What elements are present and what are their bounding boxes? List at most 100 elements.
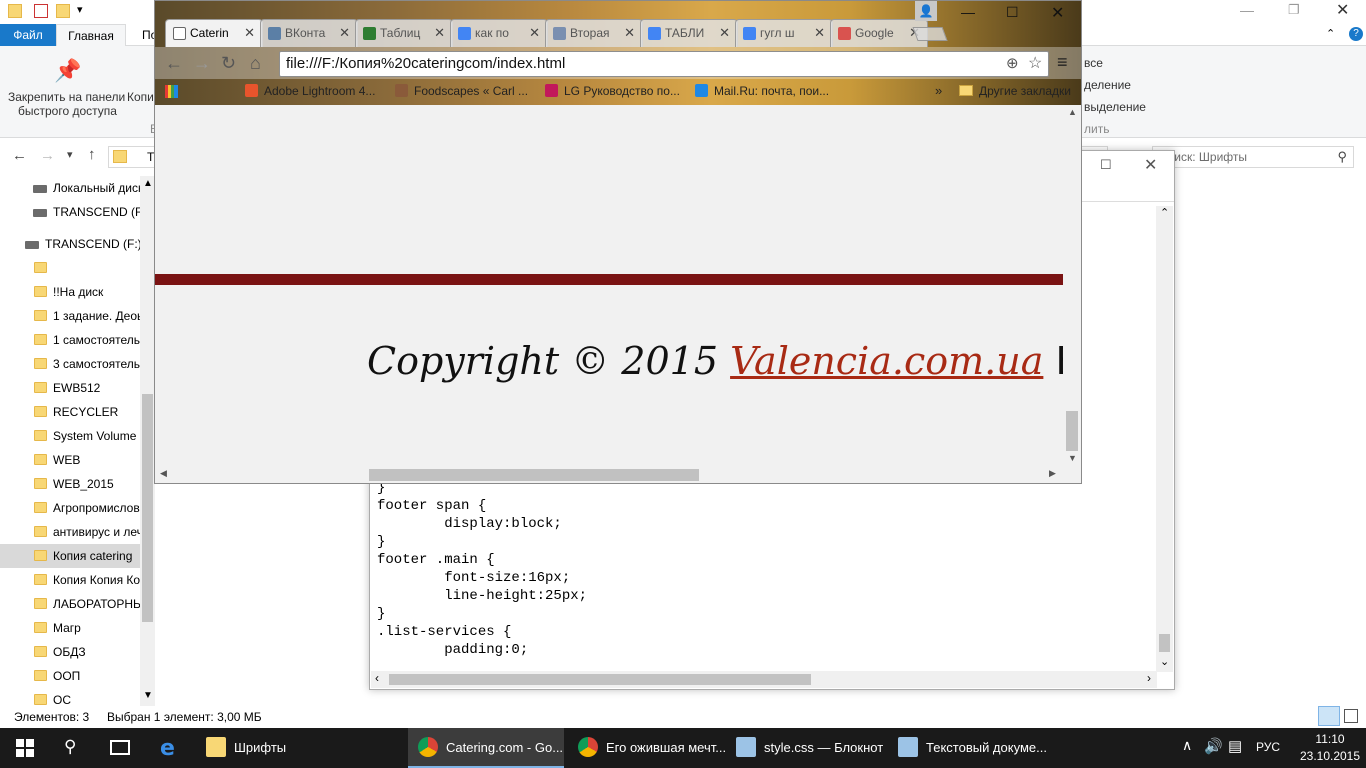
windows-start-icon[interactable] xyxy=(16,739,34,757)
nav-item[interactable]: WEB_2015 xyxy=(0,472,140,496)
search-input[interactable]: Поиск: Шрифты ⚲ xyxy=(1152,146,1354,168)
nav-item[interactable]: RECYCLER xyxy=(0,400,140,424)
other-bookmarks[interactable]: Другие закладки xyxy=(959,84,1071,98)
browser-tab[interactable]: Таблиц ✕ xyxy=(355,19,453,47)
scroll-left-icon[interactable]: ◀ xyxy=(160,468,167,479)
recent-chevron-icon[interactable]: ▾ xyxy=(67,148,73,161)
home-icon[interactable]: ⌂ xyxy=(250,53,261,74)
scroll-up-icon[interactable]: ▲ xyxy=(143,178,153,189)
profile-icon[interactable]: 👤 xyxy=(915,1,937,21)
bookmark-star-icon[interactable]: ☆ xyxy=(1028,53,1042,73)
nav-item[interactable]: 1 самостоятель xyxy=(0,328,140,352)
browser-tab[interactable]: ВКонта ✕ xyxy=(260,19,358,47)
nav-item[interactable]: !!На диск xyxy=(0,280,140,304)
restore-icon[interactable]: ❐ xyxy=(1288,2,1300,18)
new-folder-icon[interactable] xyxy=(56,4,70,18)
search-icon[interactable]: ⚲ xyxy=(1337,149,1347,165)
select-all-button[interactable]: все xyxy=(1084,56,1103,70)
more-bookmarks-icon[interactable]: » xyxy=(935,83,942,98)
nav-item[interactable]: Копия catering xyxy=(0,544,140,568)
scroll-thumb[interactable] xyxy=(1159,634,1170,652)
bookmark-item[interactable]: LG Руководство по... xyxy=(545,84,680,98)
nav-item[interactable]: Магр xyxy=(0,616,140,640)
nav-item[interactable]: TRANSCEND (F:) xyxy=(0,232,140,256)
tab-close-icon[interactable]: ✕ xyxy=(339,25,350,41)
select-none-button[interactable]: деление xyxy=(1084,78,1131,92)
tab-close-icon[interactable]: ✕ xyxy=(624,25,635,41)
nav-scrollbar[interactable]: ▲ ▼ xyxy=(140,176,155,706)
pin-label[interactable]: Закрепить на панели xyxy=(8,90,125,104)
scroll-thumb[interactable] xyxy=(389,674,811,685)
scroll-right-icon[interactable]: ▶ xyxy=(1049,468,1056,479)
tab-close-icon[interactable]: ✕ xyxy=(434,25,445,41)
nav-item[interactable]: WEB xyxy=(0,448,140,472)
nav-item[interactable]: ЛАБОРАТОРНЫ xyxy=(0,592,140,616)
clock-date[interactable]: 23.10.2015 xyxy=(1294,749,1366,763)
maximize-icon[interactable]: ☐ xyxy=(1006,4,1019,21)
page-vscrollbar[interactable]: ▲ ▼ xyxy=(1063,105,1081,465)
folder-icon[interactable] xyxy=(8,4,22,18)
bookmark-item[interactable]: Foodscapes « Carl ... xyxy=(395,84,528,98)
nav-item[interactable] xyxy=(0,256,140,280)
back-arrow-icon[interactable]: ← xyxy=(12,147,27,164)
site-link[interactable]: Valencia.com.ua xyxy=(730,339,1043,383)
code-editor[interactable]: } footer span { display:block; } footer … xyxy=(377,479,587,659)
scroll-down-icon[interactable]: ▼ xyxy=(1068,453,1077,463)
help-icon[interactable]: ? xyxy=(1349,27,1363,41)
properties-icon[interactable] xyxy=(34,4,48,18)
nav-item[interactable]: EWB512 xyxy=(0,376,140,400)
back-arrow-icon[interactable]: ← xyxy=(165,53,183,74)
taskbar-item[interactable]: Его ожившая мечт... xyxy=(568,728,726,768)
language-indicator[interactable]: РУС xyxy=(1256,740,1280,754)
scroll-thumb[interactable] xyxy=(142,394,153,622)
clock-time[interactable]: 11:10 xyxy=(1306,732,1354,746)
tab-close-icon[interactable]: ✕ xyxy=(529,25,540,41)
editor-hscrollbar[interactable]: ‹ › xyxy=(371,671,1157,688)
zoom-icon[interactable]: ⊕ xyxy=(1006,54,1019,72)
pin-label-2[interactable]: быстрого доступа xyxy=(18,104,117,118)
taskbar-item[interactable]: Catering.com - Go... xyxy=(408,728,564,768)
nav-item[interactable]: 3 самостоятель xyxy=(0,352,140,376)
nav-item[interactable]: Агропромислов xyxy=(0,496,140,520)
browser-tab[interactable]: ТАБЛИ ✕ xyxy=(640,19,738,47)
edge-icon[interactable]: e xyxy=(160,736,175,761)
nav-item[interactable]: TRANSCEND (F:) xyxy=(0,200,140,224)
nav-item[interactable]: ОС xyxy=(0,688,140,706)
browser-tab[interactable]: как по ✕ xyxy=(450,19,548,47)
close-icon[interactable]: ✕ xyxy=(1051,3,1064,23)
page-hscrollbar[interactable]: ◀ ▶ xyxy=(155,465,1063,483)
search-icon[interactable]: ⚲ xyxy=(64,737,76,757)
tab-home[interactable]: Главная xyxy=(56,24,126,46)
chevron-up-icon[interactable]: ∧ xyxy=(1182,737,1192,754)
pin-icon[interactable]: 📌 xyxy=(54,58,81,84)
browser-tab[interactable]: Вторая ✕ xyxy=(545,19,643,47)
scroll-down-icon[interactable]: ▼ xyxy=(143,690,153,701)
scroll-right-icon[interactable]: › xyxy=(1147,671,1151,685)
notification-icon[interactable]: ▤ xyxy=(1228,737,1242,755)
task-view-icon[interactable] xyxy=(110,740,130,755)
reload-icon[interactable]: ↻ xyxy=(221,53,236,74)
taskbar-item[interactable]: style.css — Блокнот xyxy=(726,728,884,768)
apps-icon[interactable] xyxy=(165,85,178,98)
nav-item[interactable]: 1 задание. Деоь xyxy=(0,304,140,328)
close-icon[interactable]: ✕ xyxy=(1336,0,1349,20)
editor-vscrollbar[interactable]: ⌃ ⌄ xyxy=(1156,206,1173,672)
tab-file[interactable]: Файл xyxy=(0,24,56,46)
close-icon[interactable]: ✕ xyxy=(1144,155,1157,175)
nav-item[interactable]: System Volume I xyxy=(0,424,140,448)
taskbar-item[interactable]: Шрифты xyxy=(196,728,396,768)
large-icons-view-icon[interactable] xyxy=(1344,709,1358,723)
nav-item[interactable]: антивирус и леч xyxy=(0,520,140,544)
nav-item[interactable]: ОБДЗ xyxy=(0,640,140,664)
scroll-up-icon[interactable]: ▲ xyxy=(1068,107,1077,117)
chevron-down-icon[interactable]: ▾ xyxy=(77,3,83,16)
browser-tab[interactable]: Google✕ xyxy=(830,19,928,47)
details-view-icon[interactable] xyxy=(1318,706,1340,726)
url-input[interactable]: file:///F:/Копия%20cateringcom/index.htm… xyxy=(279,51,1049,77)
menu-icon[interactable]: ≡ xyxy=(1057,52,1068,73)
ribbon-collapse-icon[interactable]: ⌃ xyxy=(1326,27,1335,40)
browser-tab[interactable]: Caterin ✕ xyxy=(165,19,263,47)
invert-selection-button[interactable]: выделение xyxy=(1084,100,1146,114)
taskbar-item[interactable]: Текстовый докуме... xyxy=(888,728,1048,768)
bookmark-item[interactable]: Mail.Ru: почта, пои... xyxy=(695,84,829,98)
